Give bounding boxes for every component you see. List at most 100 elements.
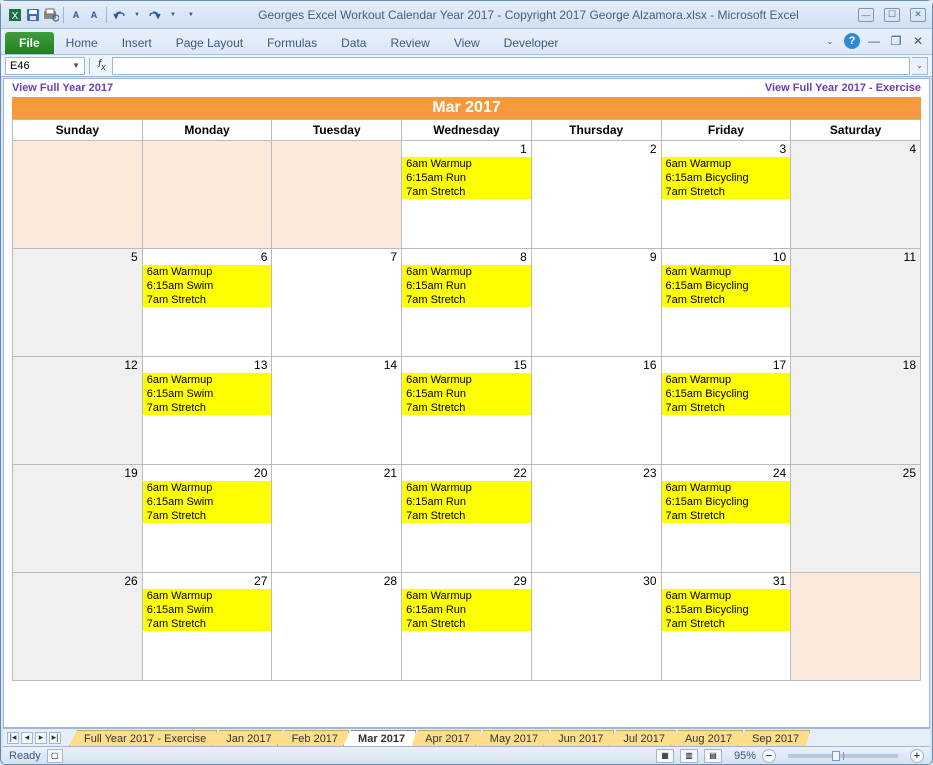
sheet-tab[interactable]: Aug 2017	[670, 730, 743, 746]
sheet-tab[interactable]: Jan 2017	[211, 730, 282, 746]
calendar-cell[interactable]: 176am Warmup6:15am Bicycling7am Stretch	[661, 357, 791, 465]
calendar-cell[interactable]: 2	[531, 141, 661, 249]
minimize-button[interactable]: —	[858, 8, 874, 22]
calendar-event[interactable]: 7am Stretch	[143, 617, 272, 631]
sort-za-icon[interactable]: A	[86, 7, 102, 23]
calendar-cell[interactable]	[272, 141, 402, 249]
calendar-cell[interactable]: 26	[13, 573, 143, 681]
fx-icon[interactable]: fx	[94, 58, 110, 72]
qat-customize-icon[interactable]: ▼	[183, 7, 199, 23]
view-page-break-icon[interactable]: ▤	[704, 749, 722, 763]
ribbon-tab-data[interactable]: Data	[329, 32, 378, 54]
workbook-close-icon[interactable]: ✕	[910, 33, 926, 49]
ribbon-tab-formulas[interactable]: Formulas	[255, 32, 329, 54]
calendar-event[interactable]: 6:15am Run	[402, 171, 531, 185]
name-box[interactable]: E46 ▼	[5, 57, 85, 75]
calendar-cell[interactable]	[13, 141, 143, 249]
calendar-event[interactable]: 7am Stretch	[402, 401, 531, 415]
calendar-event[interactable]: 7am Stretch	[143, 401, 272, 415]
calendar-event[interactable]: 6:15am Bicycling	[662, 279, 791, 293]
calendar-event[interactable]: 6:15am Run	[402, 603, 531, 617]
calendar-event[interactable]: 6am Warmup	[143, 265, 272, 279]
formula-input[interactable]	[112, 57, 910, 75]
calendar-cell[interactable]: 16	[531, 357, 661, 465]
calendar-cell[interactable]: 276am Warmup6:15am Swim7am Stretch	[142, 573, 272, 681]
tab-nav-first-icon[interactable]: |◂	[7, 732, 19, 744]
calendar-cell[interactable]: 30	[531, 573, 661, 681]
calendar-event[interactable]: 6am Warmup	[402, 373, 531, 387]
calendar-event[interactable]: 7am Stretch	[662, 617, 791, 631]
calendar-cell[interactable]: 296am Warmup6:15am Run7am Stretch	[402, 573, 532, 681]
macro-record-icon[interactable]: ▢	[47, 749, 63, 763]
workbook-minimize-icon[interactable]: —	[866, 33, 882, 49]
calendar-event[interactable]: 7am Stretch	[402, 293, 531, 307]
calendar-event[interactable]: 7am Stretch	[662, 293, 791, 307]
calendar-event[interactable]: 7am Stretch	[402, 185, 531, 199]
calendar-cell[interactable]: 16am Warmup6:15am Run7am Stretch	[402, 141, 532, 249]
name-box-dropdown-icon[interactable]: ▼	[72, 61, 80, 70]
close-button[interactable]: ✕	[910, 8, 926, 22]
calendar-cell[interactable]: 106am Warmup6:15am Bicycling7am Stretch	[661, 249, 791, 357]
calendar-event[interactable]: 6:15am Swim	[143, 387, 272, 401]
calendar-cell[interactable]: 5	[13, 249, 143, 357]
calendar-event[interactable]: 6am Warmup	[402, 589, 531, 603]
calendar-cell[interactable]: 14	[272, 357, 402, 465]
redo-dropdown-icon[interactable]: ▼	[165, 7, 181, 23]
calendar-event[interactable]: 6:15am Bicycling	[662, 603, 791, 617]
sheet-tab[interactable]: Feb 2017	[277, 730, 349, 746]
calendar-cell[interactable]: 136am Warmup6:15am Swim7am Stretch	[142, 357, 272, 465]
zoom-slider[interactable]	[788, 754, 898, 758]
workbook-restore-icon[interactable]: ❐	[888, 33, 904, 49]
sheet-tab[interactable]: Jun 2017	[543, 730, 614, 746]
zoom-level[interactable]: 95%	[734, 750, 756, 762]
calendar-event[interactable]: 6:15am Swim	[143, 495, 272, 509]
calendar-event[interactable]: 6:15am Swim	[143, 603, 272, 617]
calendar-event[interactable]: 6am Warmup	[662, 157, 791, 171]
calendar-cell[interactable]	[142, 141, 272, 249]
help-icon[interactable]: ?	[844, 33, 860, 49]
calendar-cell[interactable]: 206am Warmup6:15am Swim7am Stretch	[142, 465, 272, 573]
link-full-year[interactable]: View Full Year 2017	[12, 82, 113, 94]
calendar-event[interactable]: 6am Warmup	[143, 589, 272, 603]
calendar-event[interactable]: 7am Stretch	[143, 509, 272, 523]
calendar-event[interactable]: 6:15am Swim	[143, 279, 272, 293]
calendar-cell[interactable]: 25	[791, 465, 921, 573]
ribbon-tab-page-layout[interactable]: Page Layout	[164, 32, 255, 54]
ribbon-tab-review[interactable]: Review	[378, 32, 441, 54]
sheet-tab[interactable]: Mar 2017	[343, 730, 416, 746]
formula-expand-icon[interactable]: ⌄	[912, 57, 928, 75]
ribbon-minimize-icon[interactable]: ⌄	[822, 33, 838, 49]
zoom-in-button[interactable]: +	[910, 749, 924, 763]
view-normal-icon[interactable]: ▦	[656, 749, 674, 763]
calendar-event[interactable]: 6am Warmup	[662, 481, 791, 495]
calendar-cell[interactable]: 19	[13, 465, 143, 573]
file-tab[interactable]: File	[5, 32, 54, 54]
calendar-cell[interactable]: 28	[272, 573, 402, 681]
excel-icon[interactable]: X	[7, 7, 23, 23]
calendar-cell[interactable]: 7	[272, 249, 402, 357]
calendar-event[interactable]: 6:15am Run	[402, 387, 531, 401]
calendar-cell[interactable]: 156am Warmup6:15am Run7am Stretch	[402, 357, 532, 465]
calendar-event[interactable]: 7am Stretch	[662, 509, 791, 523]
calendar-cell[interactable]: 23	[531, 465, 661, 573]
calendar-event[interactable]: 7am Stretch	[662, 185, 791, 199]
calendar-event[interactable]: 6am Warmup	[143, 481, 272, 495]
calendar-cell[interactable]: 226am Warmup6:15am Run7am Stretch	[402, 465, 532, 573]
sheet-tab[interactable]: Full Year 2017 - Exercise	[69, 730, 217, 746]
calendar-event[interactable]: 7am Stretch	[402, 509, 531, 523]
tab-nav-next-icon[interactable]: ▸	[35, 732, 47, 744]
calendar-event[interactable]: 6am Warmup	[143, 373, 272, 387]
zoom-out-button[interactable]: −	[762, 749, 776, 763]
undo-icon[interactable]	[111, 7, 127, 23]
sheet-tab[interactable]: Apr 2017	[410, 730, 481, 746]
calendar-event[interactable]: 6am Warmup	[402, 265, 531, 279]
calendar-cell[interactable]: 246am Warmup6:15am Bicycling7am Stretch	[661, 465, 791, 573]
calendar-event[interactable]: 6:15am Run	[402, 495, 531, 509]
calendar-cell[interactable]: 4	[791, 141, 921, 249]
calendar-event[interactable]: 6am Warmup	[662, 265, 791, 279]
sort-az-icon[interactable]: A	[68, 7, 84, 23]
calendar-event[interactable]: 6:15am Bicycling	[662, 387, 791, 401]
calendar-event[interactable]: 6am Warmup	[402, 481, 531, 495]
tab-nav-last-icon[interactable]: ▸|	[49, 732, 61, 744]
undo-dropdown-icon[interactable]: ▼	[129, 7, 145, 23]
